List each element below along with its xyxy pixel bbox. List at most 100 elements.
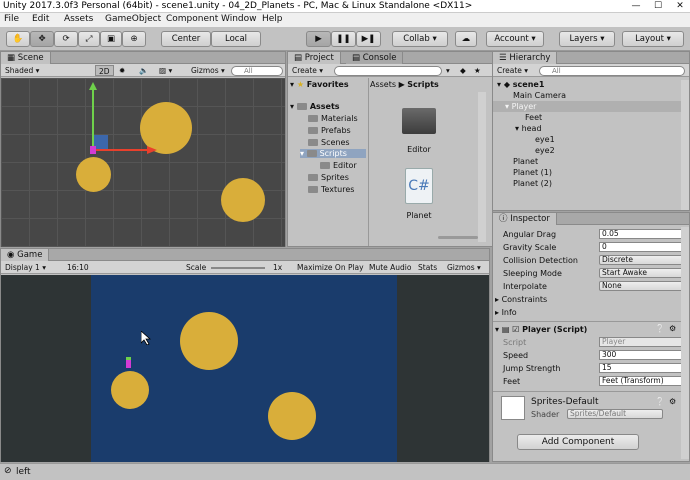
folder-prefabs[interactable]: Prefabs [308,126,351,135]
layers-dropdown[interactable]: Layers ▾ [559,31,615,47]
folder-scenes[interactable]: Scenes [308,138,350,147]
tab-game[interactable]: ◉ Game [1,249,50,261]
inspector-scrollbar[interactable] [681,227,689,459]
menu-window[interactable]: Window [221,14,257,24]
scene-search-input[interactable]: All [231,66,283,76]
pause-button[interactable]: ❚❚ [331,31,356,47]
scene-viewport[interactable] [1,78,285,247]
tab-project[interactable]: ▤ Project [288,52,341,64]
feet-reference-field[interactable]: Feet (Transform) [599,376,685,386]
hierarchy-create-button[interactable]: Create ▾ [497,65,528,76]
tab-inspector[interactable]: ⓘ Inspector [493,213,557,225]
speed-input[interactable]: 300 [599,350,685,360]
help-icon[interactable]: ❔ [655,397,665,406]
folder-materials[interactable]: Materials [308,114,358,123]
project-splitter[interactable] [368,78,369,246]
scene-gizmos-dropdown[interactable]: Gizmos ▾ [191,65,225,76]
mute-audio-toggle[interactable]: Mute Audio [369,262,411,273]
folder-textures[interactable]: Textures [308,185,354,194]
sleeping-mode-dropdown[interactable]: Start Awake [599,268,685,278]
account-dropdown[interactable]: Account ▾ [486,31,544,47]
assets-folder[interactable]: ▾ Assets [290,102,340,111]
lighting-icon[interactable]: ✹ [119,65,125,76]
angular-drag-input[interactable]: 0.05 [599,229,685,239]
interpolate-dropdown[interactable]: None [599,281,685,291]
scale-tool-icon[interactable]: ⤢ [78,31,100,47]
hierarchy-row[interactable]: eye1 [493,134,689,145]
menu-assets[interactable]: Assets [64,14,93,24]
pivot-local-button[interactable]: Local [211,31,261,47]
menu-help[interactable]: Help [262,14,283,24]
help-icon[interactable]: ❔ [655,324,665,333]
filter-label-icon[interactable]: ◆ [460,65,466,76]
hierarchy-row[interactable]: Planet (1) [493,167,689,178]
pivot-center-button[interactable]: Center [161,31,211,47]
menu-file[interactable]: File [4,14,19,24]
mode-2d-toggle[interactable]: 2D [95,65,114,76]
constraints-foldout[interactable]: ▸ Constraints [495,294,675,305]
gravity-scale-input[interactable]: 0 [599,242,685,252]
shader-dropdown[interactable]: Sprites/Default [567,409,663,419]
step-button[interactable]: ▶❚ [356,31,381,47]
jump-strength-input[interactable]: 15 [599,363,685,373]
transform-tool-icon[interactable]: ⊕ [122,31,146,47]
hierarchy-row[interactable]: Feet [493,112,689,123]
audio-icon[interactable]: 🔈 [139,65,148,76]
hierarchy-row[interactable]: Planet [493,156,689,167]
folder-sprites[interactable]: Sprites [308,173,349,182]
maximize-button[interactable]: ☐ [650,0,666,12]
collab-button[interactable]: Collab ▾ [392,31,448,47]
stats-toggle[interactable]: Stats [418,262,437,273]
filter-type-icon[interactable]: ▾ [446,65,450,76]
folder-scripts[interactable]: ▾ Scripts [300,149,366,158]
aspect-dropdown[interactable]: 16:10 [67,262,89,273]
project-scrollbar[interactable] [478,92,486,242]
rect-tool-icon[interactable]: ▣ [100,31,122,47]
hierarchy-row[interactable]: eye2 [493,145,689,156]
hierarchy-scrollbar[interactable] [681,80,689,210]
game-gizmos-dropdown[interactable]: Gizmos ▾ [447,262,481,273]
editor-folder-asset[interactable] [399,104,439,140]
component-enabled-checkbox[interactable]: ☑ [512,325,519,334]
hierarchy-search-input[interactable]: All [539,66,685,76]
hierarchy-row[interactable]: Main Camera [493,90,689,101]
breadcrumb-root[interactable]: Assets [370,80,396,89]
menu-edit[interactable]: Edit [32,14,49,24]
favorite-star-icon[interactable]: ★ [474,65,481,76]
hierarchy-scene-row[interactable]: ▾ ◆ scene1 [493,79,689,90]
csharp-script-icon[interactable]: C# [405,168,433,204]
hand-tool-icon[interactable]: ✋ [6,31,30,47]
hierarchy-row-selected[interactable]: ▾ Player [493,101,689,112]
settings-gear-icon[interactable]: ⚙ [669,324,676,333]
minimize-button[interactable]: — [628,0,644,12]
project-search-input[interactable] [334,66,442,76]
breadcrumb-current[interactable]: Scripts [407,80,439,89]
maximize-on-play-toggle[interactable]: Maximize On Play [297,262,364,273]
collision-detection-dropdown[interactable]: Discrete [599,255,685,265]
effects-icon[interactable]: ▨ ▾ [159,65,172,76]
shading-mode-dropdown[interactable]: Shaded ▾ [5,65,39,76]
tab-console[interactable]: ▤ Console [346,52,404,64]
cloud-icon[interactable]: ☁ [455,31,477,47]
settings-gear-icon[interactable]: ⚙ [669,397,676,406]
tab-hierarchy[interactable]: ☰ Hierarchy [493,52,558,64]
display-dropdown[interactable]: Display 1 ▾ [5,262,46,273]
folder-editor[interactable]: Editor [320,161,357,170]
move-tool-icon[interactable]: ✥ [30,31,54,47]
tab-scene[interactable]: ▦ Scene [1,52,51,64]
project-create-button[interactable]: Create ▾ [292,65,323,76]
hierarchy-row[interactable]: Planet (2) [493,178,689,189]
layout-dropdown[interactable]: Layout ▾ [622,31,684,47]
move-gizmo-icon[interactable] [1,78,285,247]
favorites-item[interactable]: ▾ ★ Favorites [290,80,349,89]
status-text[interactable]: left [16,467,31,477]
add-component-button[interactable]: Add Component [517,434,639,450]
close-button[interactable]: ✕ [672,0,688,12]
game-viewport[interactable] [1,275,489,462]
player-script-header[interactable]: ▾ ▤ ☑ Player (Script) [495,324,675,335]
menu-component[interactable]: Component [166,14,218,24]
menu-gameobject[interactable]: GameObject [105,14,161,24]
play-button[interactable]: ▶ [306,31,331,47]
icon-size-slider[interactable] [438,236,478,239]
rotate-tool-icon[interactable]: ⟳ [54,31,78,47]
